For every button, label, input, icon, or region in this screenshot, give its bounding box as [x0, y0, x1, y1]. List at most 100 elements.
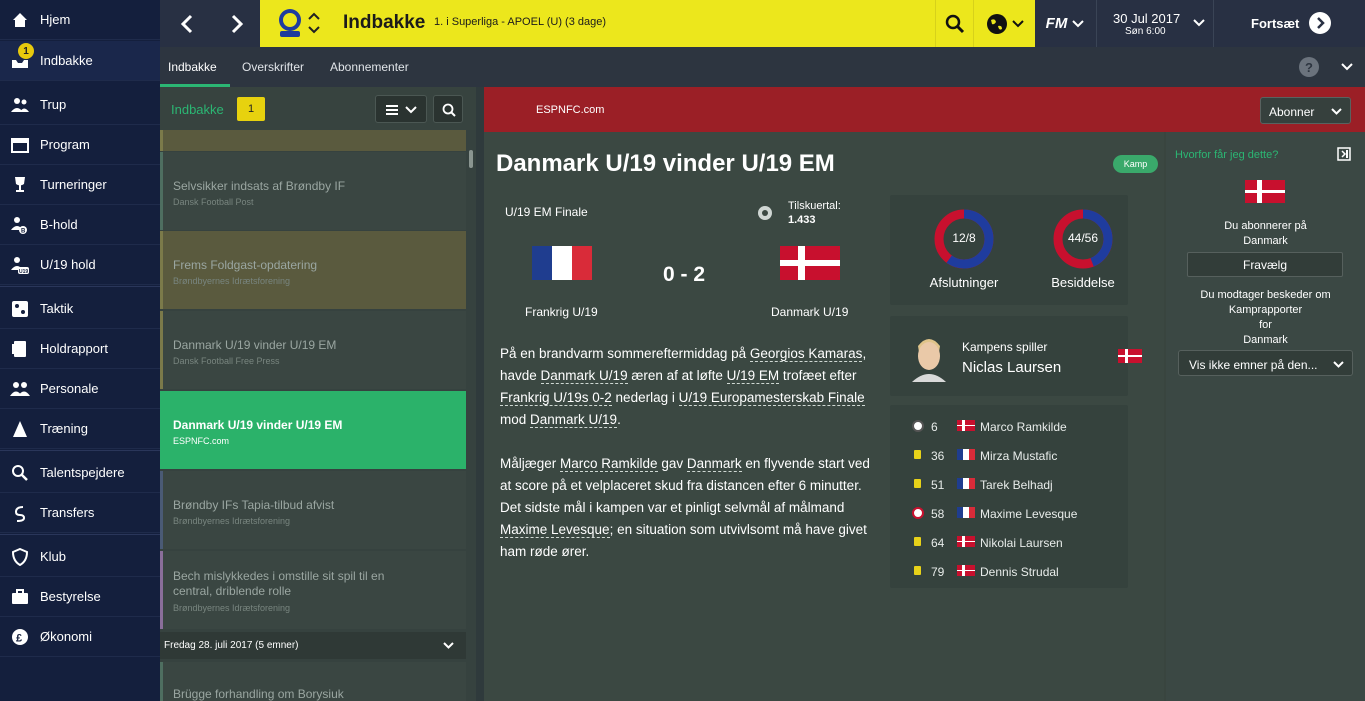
list-item[interactable]: Danmark U/19 vinder U/19 EM Dansk Footba…: [160, 311, 466, 389]
tab-headlines[interactable]: Overskrifter: [242, 60, 304, 74]
sidebar-item-b-team[interactable]: B B-hold: [0, 205, 160, 245]
match-event-row[interactable]: 36 Mirza Mustafic: [912, 446, 1122, 466]
sidebar-item-tactics[interactable]: Taktik: [0, 289, 160, 329]
filter-dropdown[interactable]: Vis ikke emner på den...: [1178, 350, 1353, 376]
forward-button[interactable]: [213, 0, 261, 47]
sidebar-item-squad[interactable]: Trup: [0, 85, 160, 125]
list-item-partial[interactable]: [160, 130, 466, 151]
list-item-selected[interactable]: Danmark U/19 vinder U/19 EM ESPNFC.com: [160, 391, 466, 469]
event-minute: 64: [931, 536, 945, 550]
sidebar-item-finance[interactable]: £ Økonomi: [0, 617, 160, 657]
search-button[interactable]: [935, 0, 973, 47]
event-player[interactable]: Mirza Mustafic: [980, 449, 1057, 463]
home-team-name[interactable]: Frankrig U/19: [525, 305, 598, 319]
continue-button[interactable]: Fortsæt: [1215, 0, 1365, 47]
svg-text:?: ?: [1305, 60, 1313, 75]
inbox-list-header: Indbakke 1: [160, 87, 476, 130]
event-minute: 79: [931, 565, 945, 579]
sidebar-item-team-report[interactable]: Holdrapport: [0, 329, 160, 369]
receive-text-4: Danmark: [1243, 334, 1288, 346]
event-player[interactable]: Tarek Belhadj: [980, 478, 1053, 492]
tab-subscriptions[interactable]: Abonnementer: [330, 60, 409, 74]
link-nation[interactable]: Danmark: [686, 456, 742, 472]
event-player[interactable]: Maxime Levesque: [980, 507, 1077, 521]
match-event-row[interactable]: 58 Maxime Levesque: [912, 504, 1122, 524]
link-team[interactable]: Danmark U/19: [530, 412, 618, 428]
back-button[interactable]: [163, 0, 211, 47]
sidebar-item-label: Personale: [40, 381, 99, 396]
link-stadium[interactable]: Georgios Kamaras: [749, 346, 863, 362]
list-item[interactable]: Selvsikker indsats af Brøndby IF Dansk F…: [160, 152, 466, 230]
sidebar-item-transfers[interactable]: Transfers: [0, 493, 160, 533]
list-item[interactable]: Brøndby IFs Tapia-tilbud afvist Brøndbye…: [160, 471, 466, 549]
denmark-flag-icon: [1245, 180, 1285, 203]
sort-menu-button[interactable]: [375, 95, 427, 123]
text-run: gav: [657, 456, 687, 471]
unsubscribe-button[interactable]: Fravælg: [1187, 252, 1343, 277]
world-button[interactable]: [973, 0, 1035, 47]
settings-gear-icon[interactable]: [757, 205, 773, 221]
france-flag-icon: [957, 449, 975, 460]
list-item-source: ESPNFC.com: [173, 436, 230, 446]
event-player[interactable]: Nikolai Laursen: [980, 536, 1063, 550]
staff-icon: [10, 379, 30, 399]
sidebar-item-board[interactable]: Bestyrelse: [0, 577, 160, 617]
france-flag-icon: [957, 478, 975, 489]
event-player[interactable]: Marco Ramkilde: [980, 420, 1067, 434]
list-item[interactable]: Bech mislykkedes i omstille sit spil til…: [160, 551, 466, 629]
list-scrollbar-thumb[interactable]: [469, 150, 473, 168]
list-group-header[interactable]: Fredag 28. juli 2017 (5 emner): [160, 632, 466, 659]
link-player[interactable]: Marco Ramkilde: [560, 456, 658, 472]
sidebar-item-staff[interactable]: Personale: [0, 369, 160, 409]
fm-menu-button[interactable]: FM: [1035, 0, 1095, 47]
subscribe-button[interactable]: Abonner: [1260, 97, 1351, 124]
chevron-updown-icon[interactable]: [307, 11, 321, 35]
why-link[interactable]: Hvorfor får jeg dette?: [1175, 149, 1278, 161]
motm-name[interactable]: Niclas Laursen: [962, 359, 1061, 376]
chevron-down-icon[interactable]: [1341, 63, 1353, 71]
sidebar-item-competitions[interactable]: Turneringer: [0, 165, 160, 205]
list-search-button[interactable]: [433, 95, 463, 123]
sidebar-item-label: Bestyrelse: [40, 589, 101, 604]
sidebar-item-inbox[interactable]: 1 Indbakke: [0, 41, 160, 81]
match-event-row[interactable]: 6 Marco Ramkilde: [912, 417, 1122, 437]
date-display[interactable]: 30 Jul 2017 Søn 6:00: [1096, 0, 1214, 47]
sidebar-item-home[interactable]: Hjem: [0, 0, 160, 40]
article-tag[interactable]: Kamp: [1113, 155, 1158, 173]
list-item[interactable]: Frems Foldgast-opdatering Brøndbyernes I…: [160, 231, 466, 309]
text-run: trofæet efter: [779, 368, 857, 383]
sidebar-item-label: Turneringer: [40, 177, 107, 192]
match-event-row[interactable]: 79 Dennis Strudal: [912, 562, 1122, 582]
sidebar-separator: [0, 450, 160, 451]
match-event-row[interactable]: 64 Nikolai Laursen: [912, 533, 1122, 553]
event-player[interactable]: Dennis Strudal: [980, 565, 1059, 579]
link-team[interactable]: Danmark U/19: [540, 368, 628, 384]
continue-label: Fortsæt: [1251, 16, 1300, 31]
help-icon[interactable]: ?: [1299, 57, 1319, 77]
sidebar-item-label: U/19 hold: [40, 257, 96, 272]
sidebar-item-club[interactable]: Klub: [0, 537, 160, 577]
match-score: 0 - 2: [663, 263, 706, 286]
collapse-panel-icon[interactable]: [1337, 147, 1351, 161]
inbox-badge: 1: [18, 43, 34, 59]
sidebar-item-u19[interactable]: U19 U/19 hold: [0, 245, 160, 285]
sidebar-item-label: B-hold: [40, 217, 78, 232]
link-player[interactable]: Maxime Levesque: [500, 522, 610, 538]
sidebar-item-scouting[interactable]: Talentspejdere: [0, 453, 160, 493]
club-crest-icon[interactable]: [278, 7, 302, 39]
chevron-down-icon: [1331, 108, 1342, 115]
sidebar-item-label: Økonomi: [40, 629, 93, 644]
tab-inbox[interactable]: Indbakke: [168, 60, 217, 74]
list-item-source: Brøndbyernes Idrætsforening: [173, 276, 291, 286]
away-team-name[interactable]: Danmark U/19: [771, 305, 848, 319]
link-match[interactable]: Frankrig U/19s 0-2: [500, 390, 612, 406]
link-competition[interactable]: U/19 EM: [726, 368, 780, 384]
sidebar-item-label: Talentspejdere: [40, 465, 125, 480]
sidebar-item-schedule[interactable]: Program: [0, 125, 160, 165]
sidebar-item-label: Træning: [40, 421, 88, 436]
text-run: nederlag i: [611, 390, 679, 405]
match-event-row[interactable]: 51 Tarek Belhadj: [912, 475, 1122, 495]
list-item[interactable]: Brügge forhandling om Borysiuk: [160, 662, 466, 701]
sidebar-item-training[interactable]: Træning: [0, 409, 160, 449]
link-competition-final[interactable]: U/19 Europamesterskab Finale: [678, 390, 865, 406]
